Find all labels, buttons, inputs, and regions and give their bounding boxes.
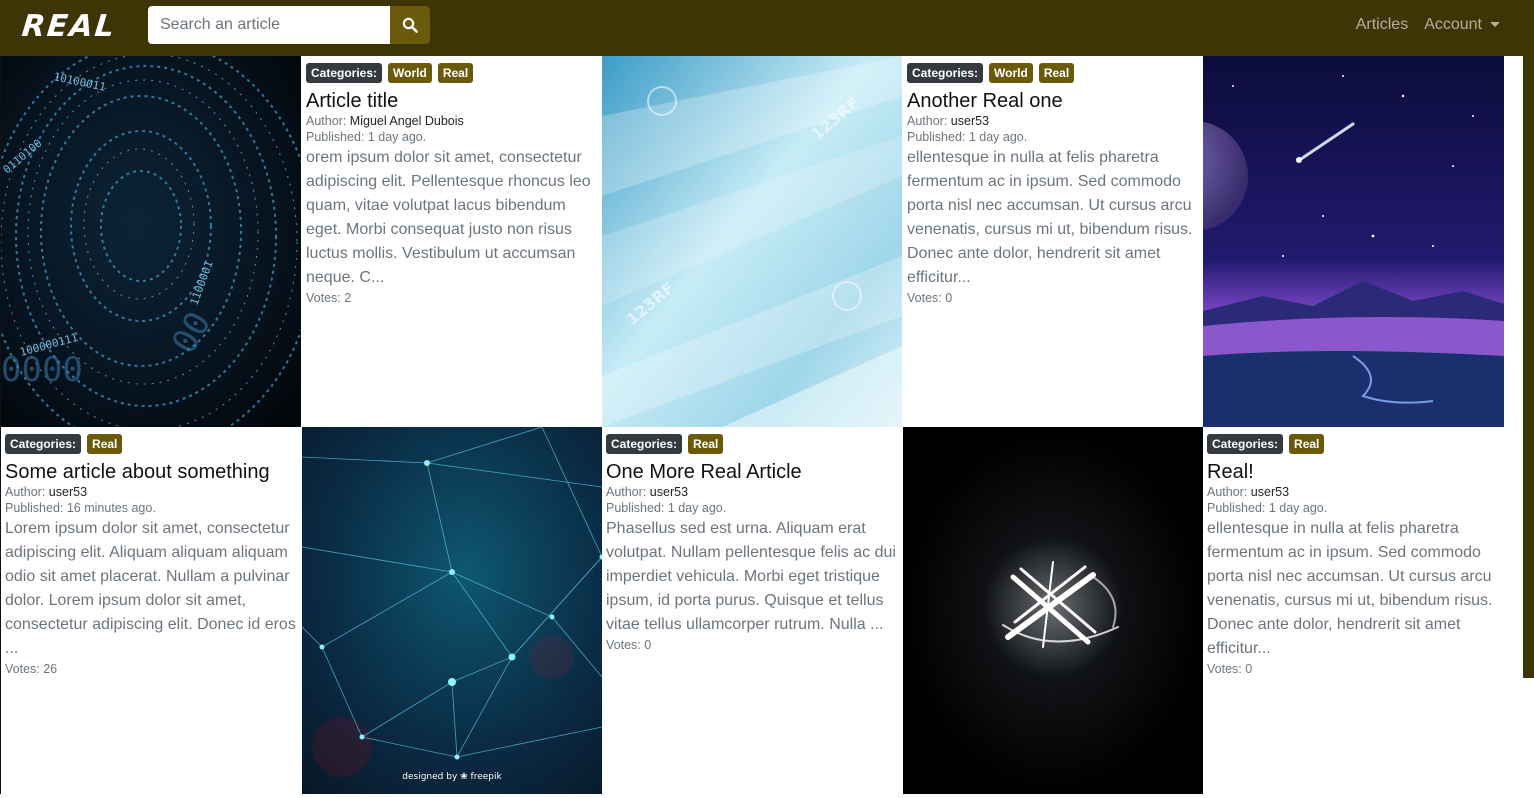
category-badge-real[interactable]: Real xyxy=(87,434,123,454)
author-label: Author: xyxy=(306,114,347,128)
article-author: Author: Miguel Angel Dubois xyxy=(306,113,598,129)
network-mesh-image: designed by ❀ freepik xyxy=(302,427,602,794)
category-badge-real[interactable]: Real xyxy=(1289,434,1325,454)
space-landscape-image xyxy=(1203,56,1504,427)
article-excerpt: Lorem ipsum dolor sit amet, consectetur … xyxy=(5,520,296,657)
article-card[interactable]: Categories: Real Real! Author: user53 Pu… xyxy=(1203,427,1503,798)
author-name[interactable]: Miguel Angel Dubois xyxy=(350,114,464,128)
article-votes: Votes: 26 xyxy=(5,662,58,676)
glowing-x-image xyxy=(903,427,1203,794)
search-icon xyxy=(402,17,418,33)
category-badge-world[interactable]: World xyxy=(989,63,1033,83)
author-name[interactable]: user53 xyxy=(49,485,87,499)
article-excerpt: ellentesque in nulla at felis pharetra f… xyxy=(1207,520,1493,657)
author-name[interactable]: user53 xyxy=(1251,485,1289,499)
article-author: Author: user53 xyxy=(907,113,1199,129)
article-categories: Categories: World Real xyxy=(306,63,598,83)
article-published: Published: 1 day ago. xyxy=(306,130,427,144)
article-author: Author: user53 xyxy=(606,484,898,500)
categories-label: Categories: xyxy=(306,63,383,83)
category-badge-real[interactable]: Real xyxy=(1038,63,1075,83)
article-author: Author: user53 xyxy=(1207,484,1499,500)
article-votes: Votes: 0 xyxy=(606,638,652,652)
article-published: Published: 1 day ago. xyxy=(1207,501,1328,515)
brand-logo[interactable]: REAL xyxy=(20,6,118,48)
chevron-down-icon xyxy=(1490,22,1500,28)
search-button[interactable] xyxy=(390,6,430,44)
article-categories: Categories: Real xyxy=(5,434,297,454)
article-categories: Categories: Real xyxy=(1207,434,1499,454)
article-image-space[interactable] xyxy=(1203,56,1504,427)
author-label: Author: xyxy=(907,114,948,128)
article-title[interactable]: Article title xyxy=(306,89,598,113)
nav-links: Articles Account xyxy=(1340,0,1500,50)
article-excerpt: orem ipsum dolor sit amet, consectetur a… xyxy=(306,149,591,286)
categories-label: Categories: xyxy=(5,434,82,454)
binary-code-vortex-image: 10100011 0110100 1100001 100000111 0000 … xyxy=(1,56,301,427)
categories-label: Categories: xyxy=(1207,434,1284,454)
article-excerpt: Phasellus sed est urna. Aliquam erat vol… xyxy=(606,520,896,633)
author-name[interactable]: user53 xyxy=(951,114,989,128)
nav-articles-link[interactable]: Articles xyxy=(1356,16,1408,34)
article-image-abstract[interactable]: 123RF 123RF xyxy=(602,56,902,427)
search-input[interactable] xyxy=(148,6,390,44)
article-title[interactable]: Some article about something xyxy=(5,460,297,484)
search-form xyxy=(148,6,430,44)
category-badge-world[interactable]: World xyxy=(388,63,432,83)
article-card[interactable]: Categories: World Real Another Real one … xyxy=(903,56,1203,427)
author-label: Author: xyxy=(606,485,647,499)
page-edge-bar xyxy=(1523,56,1534,678)
category-badge-real[interactable]: Real xyxy=(688,434,724,454)
article-card[interactable]: Categories: Real Some article about some… xyxy=(1,427,301,798)
category-badge-real[interactable]: Real xyxy=(437,63,474,83)
article-title[interactable]: Real! xyxy=(1207,460,1499,484)
page-gutter xyxy=(1504,56,1523,794)
categories-label: Categories: xyxy=(907,63,984,83)
article-published: Published: 1 day ago. xyxy=(907,130,1028,144)
article-votes: Votes: 0 xyxy=(1207,662,1253,676)
article-image-binary[interactable]: 10100011 0110100 1100001 100000111 0000 … xyxy=(1,56,301,427)
article-card[interactable]: Categories: World Real Article title Aut… xyxy=(302,56,602,427)
article-card[interactable]: Categories: Real One More Real Article A… xyxy=(602,427,902,798)
navbar: REAL Articles Account xyxy=(0,0,1534,56)
author-label: Author: xyxy=(1207,485,1248,499)
article-categories: Categories: Real xyxy=(606,434,898,454)
article-image-x[interactable] xyxy=(903,427,1203,794)
article-published: Published: 1 day ago. xyxy=(606,501,727,515)
image-credit: designed by ❀ freepik xyxy=(402,772,502,782)
nav-account-dropdown[interactable]: Account xyxy=(1424,16,1500,34)
article-title[interactable]: One More Real Article xyxy=(606,460,898,484)
article-image-network[interactable]: designed by ❀ freepik xyxy=(302,427,602,794)
article-author: Author: user53 xyxy=(5,484,297,500)
article-votes: Votes: 0 xyxy=(907,291,953,305)
author-name[interactable]: user53 xyxy=(650,485,688,499)
author-label: Author: xyxy=(5,485,46,499)
article-published: Published: 16 minutes ago. xyxy=(5,501,156,515)
light-blue-abstract-image: 123RF 123RF xyxy=(602,56,902,427)
article-title[interactable]: Another Real one xyxy=(907,89,1199,113)
article-votes: Votes: 2 xyxy=(306,291,352,305)
nav-account-label: Account xyxy=(1424,16,1482,33)
svg-text:0000: 0000 xyxy=(1,350,83,390)
article-categories: Categories: World Real xyxy=(907,63,1199,83)
article-excerpt: ellentesque in nulla at felis pharetra f… xyxy=(907,149,1193,286)
categories-label: Categories: xyxy=(606,434,683,454)
